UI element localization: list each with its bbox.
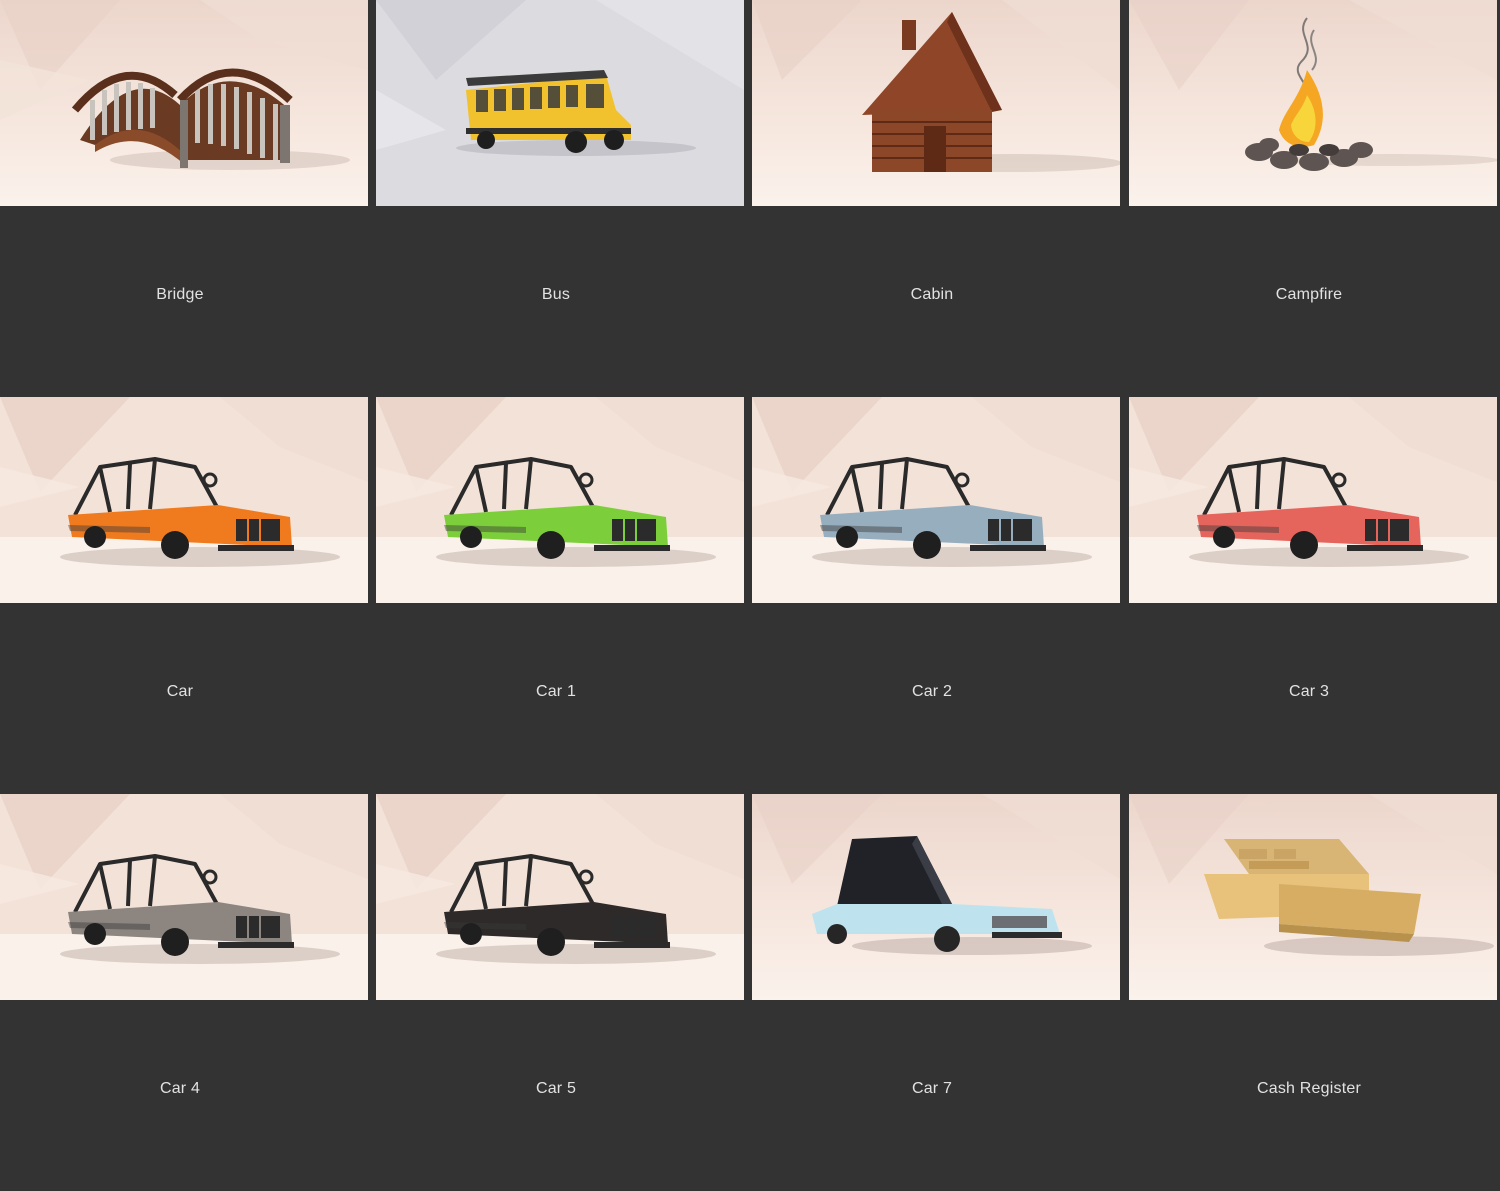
car-1-preview xyxy=(376,397,744,603)
asset-tile-campfire[interactable]: Campfire xyxy=(1129,0,1497,397)
car-1-thumbnail[interactable] xyxy=(376,397,744,603)
asset-label: Car 5 xyxy=(535,1080,577,1097)
asset-label: Car 4 xyxy=(159,1080,201,1097)
asset-tile-car-5[interactable]: Car 5 xyxy=(376,794,744,1191)
bus-thumbnail[interactable] xyxy=(376,0,744,206)
asset-label: Car 3 xyxy=(1288,683,1330,700)
bridge-preview xyxy=(0,0,368,206)
asset-label: Campfire xyxy=(1275,286,1343,303)
car-4-preview xyxy=(0,794,368,1000)
asset-tile-car-1[interactable]: Car 1 xyxy=(376,397,744,794)
car-2-thumbnail[interactable] xyxy=(752,397,1120,603)
asset-label: Car 2 xyxy=(911,683,953,700)
car-4-thumbnail[interactable] xyxy=(0,794,368,1000)
car-thumbnail[interactable] xyxy=(0,397,368,603)
asset-tile-cash-register[interactable]: Cash Register xyxy=(1129,794,1497,1191)
asset-label: Cabin xyxy=(910,286,954,303)
car-7-preview xyxy=(752,794,1120,1000)
car-preview xyxy=(0,397,368,603)
asset-tile-car-3[interactable]: Car 3 xyxy=(1129,397,1497,794)
asset-label: Bus xyxy=(541,286,571,303)
bus-preview xyxy=(376,0,744,206)
asset-label: Car 1 xyxy=(535,683,577,700)
bridge-thumbnail[interactable] xyxy=(0,0,368,206)
asset-tile-car[interactable]: Car xyxy=(0,397,368,794)
asset-tile-car-7[interactable]: Car 7 xyxy=(752,794,1120,1191)
asset-label: Car 7 xyxy=(911,1080,953,1097)
car-5-preview xyxy=(376,794,744,1000)
asset-tile-bus[interactable]: Bus xyxy=(376,0,744,397)
asset-label: Bridge xyxy=(156,286,204,303)
asset-label: Car xyxy=(166,683,194,700)
cabin-preview xyxy=(752,0,1120,206)
asset-tile-car-4[interactable]: Car 4 xyxy=(0,794,368,1191)
asset-tile-bridge[interactable]: Bridge xyxy=(0,0,368,397)
car-5-thumbnail[interactable] xyxy=(376,794,744,1000)
cash-register-preview xyxy=(1129,794,1497,1000)
car-2-preview xyxy=(752,397,1120,603)
asset-label: Cash Register xyxy=(1257,1080,1361,1097)
cash-register-thumbnail[interactable] xyxy=(1129,794,1497,1000)
campfire-thumbnail[interactable] xyxy=(1129,0,1497,206)
campfire-preview xyxy=(1129,0,1497,206)
asset-tile-cabin[interactable]: Cabin xyxy=(752,0,1120,397)
car-3-preview xyxy=(1129,397,1497,603)
cabin-thumbnail[interactable] xyxy=(752,0,1120,206)
car-7-thumbnail[interactable] xyxy=(752,794,1120,1000)
asset-gallery: Bridge Bus Cabin Campfire Car Car 1 Car … xyxy=(0,0,1500,1190)
car-3-thumbnail[interactable] xyxy=(1129,397,1497,603)
asset-tile-car-2[interactable]: Car 2 xyxy=(752,397,1120,794)
